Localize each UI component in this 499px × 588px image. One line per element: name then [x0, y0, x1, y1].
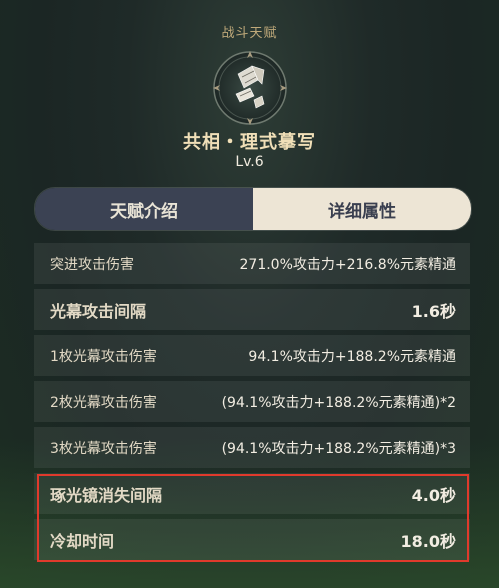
tab-detailed-attributes[interactable]: 详细属性	[253, 188, 471, 230]
attribute-label: 光幕攻击间隔	[50, 301, 147, 321]
attribute-value: 94.1%攻击力+188.2%元素精通	[248, 348, 456, 365]
attribute-row: 光幕攻击间隔 1.6秒	[34, 289, 470, 330]
attribute-label: 3枚光幕攻击伤害	[50, 440, 157, 457]
attribute-value: 1.6秒	[411, 301, 456, 321]
attribute-row: 冷却时间 18.0秒	[34, 519, 470, 560]
attribute-row: 1枚光幕攻击伤害 94.1%攻击力+188.2%元素精通	[34, 335, 470, 376]
talent-emblem-icon	[212, 50, 288, 126]
attribute-value: 271.0%攻击力+216.8%元素精通	[239, 256, 457, 273]
attribute-label: 琢光镜消失间隔	[50, 485, 163, 505]
talent-name: 共相・理式摹写	[183, 132, 316, 153]
talent-category: 战斗天赋	[221, 26, 278, 41]
tab-talent-intro[interactable]: 天赋介绍	[35, 188, 253, 230]
attribute-value: (94.1%攻击力+188.2%元素精通)*2	[221, 394, 456, 411]
attribute-label: 冷却时间	[50, 531, 115, 551]
attribute-label: 1枚光幕攻击伤害	[50, 348, 157, 365]
attribute-list: 突进攻击伤害 271.0%攻击力+216.8%元素精通 光幕攻击间隔 1.6秒 …	[34, 243, 470, 565]
attribute-label: 突进攻击伤害	[50, 256, 134, 273]
attribute-value: (94.1%攻击力+188.2%元素精通)*3	[221, 440, 456, 457]
attribute-label: 2枚光幕攻击伤害	[50, 394, 157, 411]
attribute-row: 3枚光幕攻击伤害 (94.1%攻击力+188.2%元素精通)*3	[34, 427, 470, 468]
tab-bar: 天赋介绍 详细属性	[34, 187, 472, 231]
attribute-row: 2枚光幕攻击伤害 (94.1%攻击力+188.2%元素精通)*2	[34, 381, 470, 422]
talent-level: Lv.6	[235, 154, 264, 170]
attribute-row: 突进攻击伤害 271.0%攻击力+216.8%元素精通	[34, 243, 470, 284]
attribute-value: 4.0秒	[411, 485, 456, 505]
attribute-value: 18.0秒	[400, 531, 456, 551]
attribute-row: 琢光镜消失间隔 4.0秒	[34, 473, 470, 514]
